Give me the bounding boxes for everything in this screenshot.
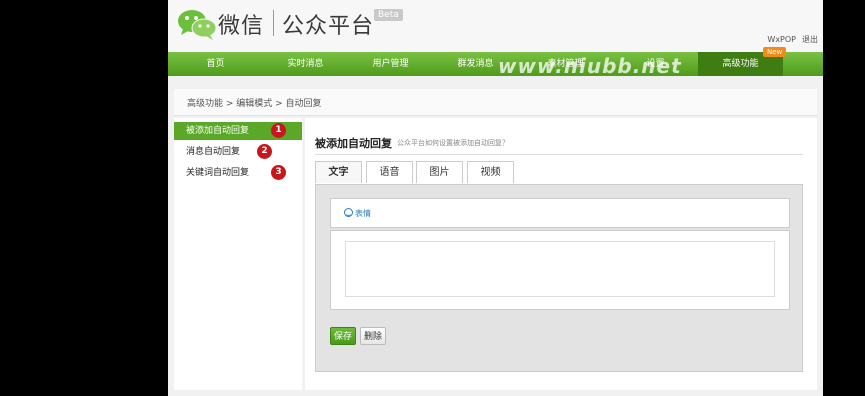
breadcrumb: 高级功能 > 编辑模式 > 自动回复 bbox=[187, 99, 322, 109]
nav-item-home[interactable]: 首页 bbox=[168, 52, 263, 76]
section-title: 被添加自动回复 bbox=[315, 137, 392, 150]
logout-link[interactable]: 退出 bbox=[802, 35, 818, 44]
step-number-badge: 2 bbox=[257, 144, 272, 159]
tab-voice[interactable]: 语音 bbox=[366, 161, 413, 183]
page: 微信 公众平台 Beta WxPOP 退出 首页 实时消息 用户管理 群发消息 素… bbox=[168, 0, 823, 396]
breadcrumb-bar: 高级功能 > 编辑模式 > 自动回复 bbox=[174, 89, 817, 116]
new-badge: New bbox=[763, 47, 787, 57]
reply-editor: 表情 保存 删除 bbox=[315, 184, 803, 372]
emoji-button[interactable]: 表情 bbox=[355, 208, 371, 219]
delete-button[interactable]: 删除 bbox=[360, 327, 386, 345]
brand-title: 公众平台 bbox=[282, 14, 375, 39]
emoji-icon[interactable] bbox=[344, 208, 353, 217]
help-link[interactable]: 公众平台如何设置被添加自动回复？ bbox=[397, 138, 509, 148]
main-nav: 首页 实时消息 用户管理 群发消息 素材管理 设置 高级功能 bbox=[168, 52, 823, 76]
beta-badge: Beta bbox=[374, 9, 403, 21]
tab-video[interactable]: 视频 bbox=[467, 161, 514, 183]
header: 微信 公众平台 Beta WxPOP 退出 bbox=[168, 0, 823, 52]
nav-item-messages[interactable]: 实时消息 bbox=[263, 52, 348, 76]
step-number-badge: 1 bbox=[271, 123, 286, 138]
sidebar-item-label: 消息自动回复 bbox=[186, 147, 241, 157]
sidebar-item-message-reply[interactable]: 消息自动回复 2 bbox=[174, 143, 302, 161]
editor-toolbar: 表情 bbox=[330, 198, 790, 228]
wechat-logo-icon bbox=[178, 10, 217, 40]
step-number-badge: 3 bbox=[271, 165, 286, 180]
main-panel: 被添加自动回复 公众平台如何设置被添加自动回复？ 文字 语音 图片 视频 表情 … bbox=[305, 118, 817, 390]
sidebar: 被添加自动回复 1 消息自动回复 2 关键词自动回复 3 bbox=[174, 118, 302, 390]
tab-image[interactable]: 图片 bbox=[416, 161, 463, 183]
sidebar-item-keyword-reply[interactable]: 关键词自动回复 3 bbox=[174, 164, 302, 182]
reply-text-input[interactable] bbox=[345, 241, 775, 297]
brand-name: 微信 bbox=[218, 14, 265, 39]
brand-divider bbox=[273, 10, 274, 36]
sidebar-item-label: 被添加自动回复 bbox=[186, 126, 250, 136]
sidebar-item-label: 关键词自动回复 bbox=[186, 168, 250, 178]
user-name[interactable]: WxPOP bbox=[767, 35, 796, 44]
tab-text[interactable]: 文字 bbox=[315, 161, 362, 183]
user-area: WxPOP 退出 bbox=[767, 34, 818, 45]
nav-item-users[interactable]: 用户管理 bbox=[348, 52, 433, 76]
save-button[interactable]: 保存 bbox=[330, 327, 356, 345]
section-divider bbox=[315, 154, 803, 155]
text-area-container bbox=[330, 230, 790, 310]
sidebar-item-add-reply[interactable]: 被添加自动回复 1 bbox=[174, 122, 302, 140]
watermark: www.niubb.net bbox=[498, 54, 682, 78]
